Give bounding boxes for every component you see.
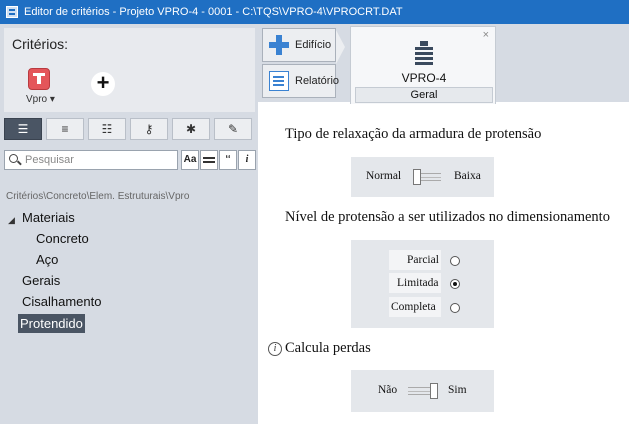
option-completa-radio[interactable] bbox=[450, 303, 460, 313]
tree-item-protendido[interactable]: Protendido bbox=[18, 314, 85, 333]
i-beam-icon bbox=[28, 68, 50, 90]
info-button[interactable]: i bbox=[238, 150, 256, 170]
right-panel: Edifício Relatório × VPRO-4 Geral Tipo d… bbox=[258, 24, 629, 424]
losses-title: Calcula perdas bbox=[285, 340, 371, 356]
whole-word-button[interactable] bbox=[200, 150, 218, 170]
quote-button[interactable]: ‘‘ bbox=[219, 150, 237, 170]
tree-item-aco[interactable]: Aço bbox=[34, 250, 60, 269]
tree-item-gerais[interactable]: Gerais bbox=[20, 271, 62, 290]
edificio-button[interactable]: Edifício bbox=[262, 28, 336, 62]
panel-subtab-geral[interactable]: Geral bbox=[355, 87, 493, 103]
relaxation-control: Normal Baixa bbox=[351, 157, 494, 197]
relaxation-slider-knob[interactable] bbox=[413, 169, 421, 185]
option-limitada-radio[interactable] bbox=[450, 279, 460, 289]
vpro-button-label: Vpro ▾ bbox=[26, 94, 55, 105]
title-bar: Editor de critérios - Projeto VPRO-4 - 0… bbox=[0, 0, 629, 24]
plus-icon bbox=[269, 35, 289, 55]
view-toolbar: ☰ ≡ ☷ ⚷ ✱ ✎ bbox=[4, 118, 254, 140]
relaxation-baixa-label: Baixa bbox=[454, 170, 481, 182]
match-case-button[interactable]: Aa bbox=[181, 150, 199, 170]
option-limitada-label: Limitada bbox=[397, 277, 439, 289]
option-completa-label: Completa bbox=[391, 301, 436, 313]
losses-nao-label: Não bbox=[378, 384, 398, 396]
tree-item-cisalhamento[interactable]: Cisalhamento bbox=[20, 292, 104, 311]
report-icon bbox=[269, 71, 289, 91]
relatorio-button[interactable]: Relatório bbox=[262, 64, 339, 98]
search-input[interactable] bbox=[25, 152, 175, 168]
left-panel: Critérios: Vpro ▾ + ☰ ≡ ☷ ⚷ ✱ ✎ Aa ‘‘ i … bbox=[0, 24, 258, 424]
expand-caret-icon[interactable]: ◢ bbox=[8, 215, 15, 226]
option-parcial-radio[interactable] bbox=[450, 256, 460, 266]
protension-level-control: Parcial Limitada Completa bbox=[351, 240, 494, 328]
relaxation-normal-label: Normal bbox=[366, 170, 402, 182]
info-icon[interactable]: i bbox=[268, 342, 282, 356]
losses-slider-knob[interactable] bbox=[430, 383, 438, 399]
panel-name: VPRO-4 bbox=[401, 71, 447, 85]
tree-item-materiais[interactable]: Materiais bbox=[20, 208, 77, 227]
asterisk-icon[interactable]: ✱ bbox=[172, 118, 210, 140]
list-view-button[interactable]: ☰ bbox=[4, 118, 42, 140]
nav-strip: Edifício Relatório × VPRO-4 Geral bbox=[258, 24, 629, 104]
key-icon[interactable]: ⚷ bbox=[130, 118, 168, 140]
tree-item-concreto[interactable]: Concreto bbox=[34, 229, 91, 248]
window-title: Editor de critérios - Projeto VPRO-4 - 0… bbox=[24, 6, 403, 18]
relaxation-title: Tipo de relaxação da armadura de protens… bbox=[285, 126, 542, 142]
vpro-panel-tab[interactable]: × VPRO-4 Geral bbox=[350, 26, 496, 104]
nav-arrow-icon bbox=[336, 30, 345, 64]
pencil-icon[interactable]: ✎ bbox=[214, 118, 252, 140]
breadcrumb: Critérios\Concreto\Elem. Estruturais\Vpr… bbox=[6, 191, 190, 202]
building-icon bbox=[415, 41, 433, 65]
criteria-title: Critérios: bbox=[12, 36, 69, 52]
app-icon bbox=[6, 6, 18, 18]
grid-view-button[interactable]: ☷ bbox=[88, 118, 126, 140]
add-criteria-button[interactable]: + bbox=[91, 72, 115, 96]
search-box bbox=[4, 150, 178, 170]
losses-control: Não Sim bbox=[351, 370, 494, 412]
search-icon bbox=[9, 154, 18, 163]
close-icon[interactable]: × bbox=[483, 29, 489, 41]
losses-sim-label: Sim bbox=[448, 384, 467, 396]
option-parcial-label: Parcial bbox=[407, 254, 439, 266]
vpro-button[interactable]: Vpro ▾ bbox=[24, 68, 55, 110]
criteria-box: Critérios: Vpro ▾ + bbox=[4, 28, 255, 112]
protension-level-title: Nível de protensão a ser utilizados no d… bbox=[285, 209, 610, 225]
detail-view-button[interactable]: ≡ bbox=[46, 118, 84, 140]
